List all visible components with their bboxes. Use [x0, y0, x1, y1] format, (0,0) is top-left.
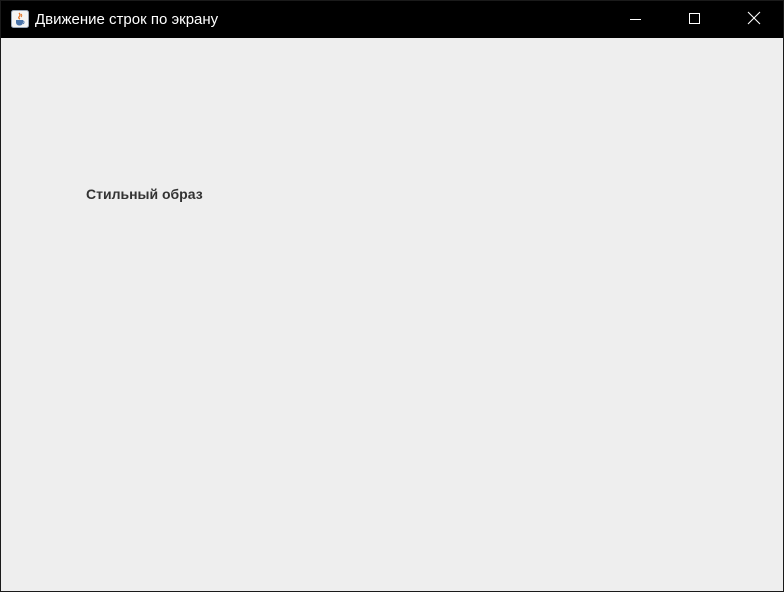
app-window: Движение строк по экрану Стильный образ — [0, 0, 784, 592]
maximize-button[interactable] — [666, 1, 724, 38]
maximize-icon — [689, 10, 701, 29]
minimize-button[interactable] — [607, 1, 665, 38]
moving-text-label: Стильный образ — [86, 186, 203, 202]
title-bar[interactable]: Движение строк по экрану — [1, 1, 783, 38]
close-icon — [747, 10, 761, 29]
java-cup-icon — [11, 10, 29, 28]
window-title: Движение строк по экрану — [35, 11, 219, 28]
content-panel: Стильный образ — [1, 38, 783, 591]
minimize-icon — [630, 10, 642, 29]
close-button[interactable] — [725, 1, 783, 38]
